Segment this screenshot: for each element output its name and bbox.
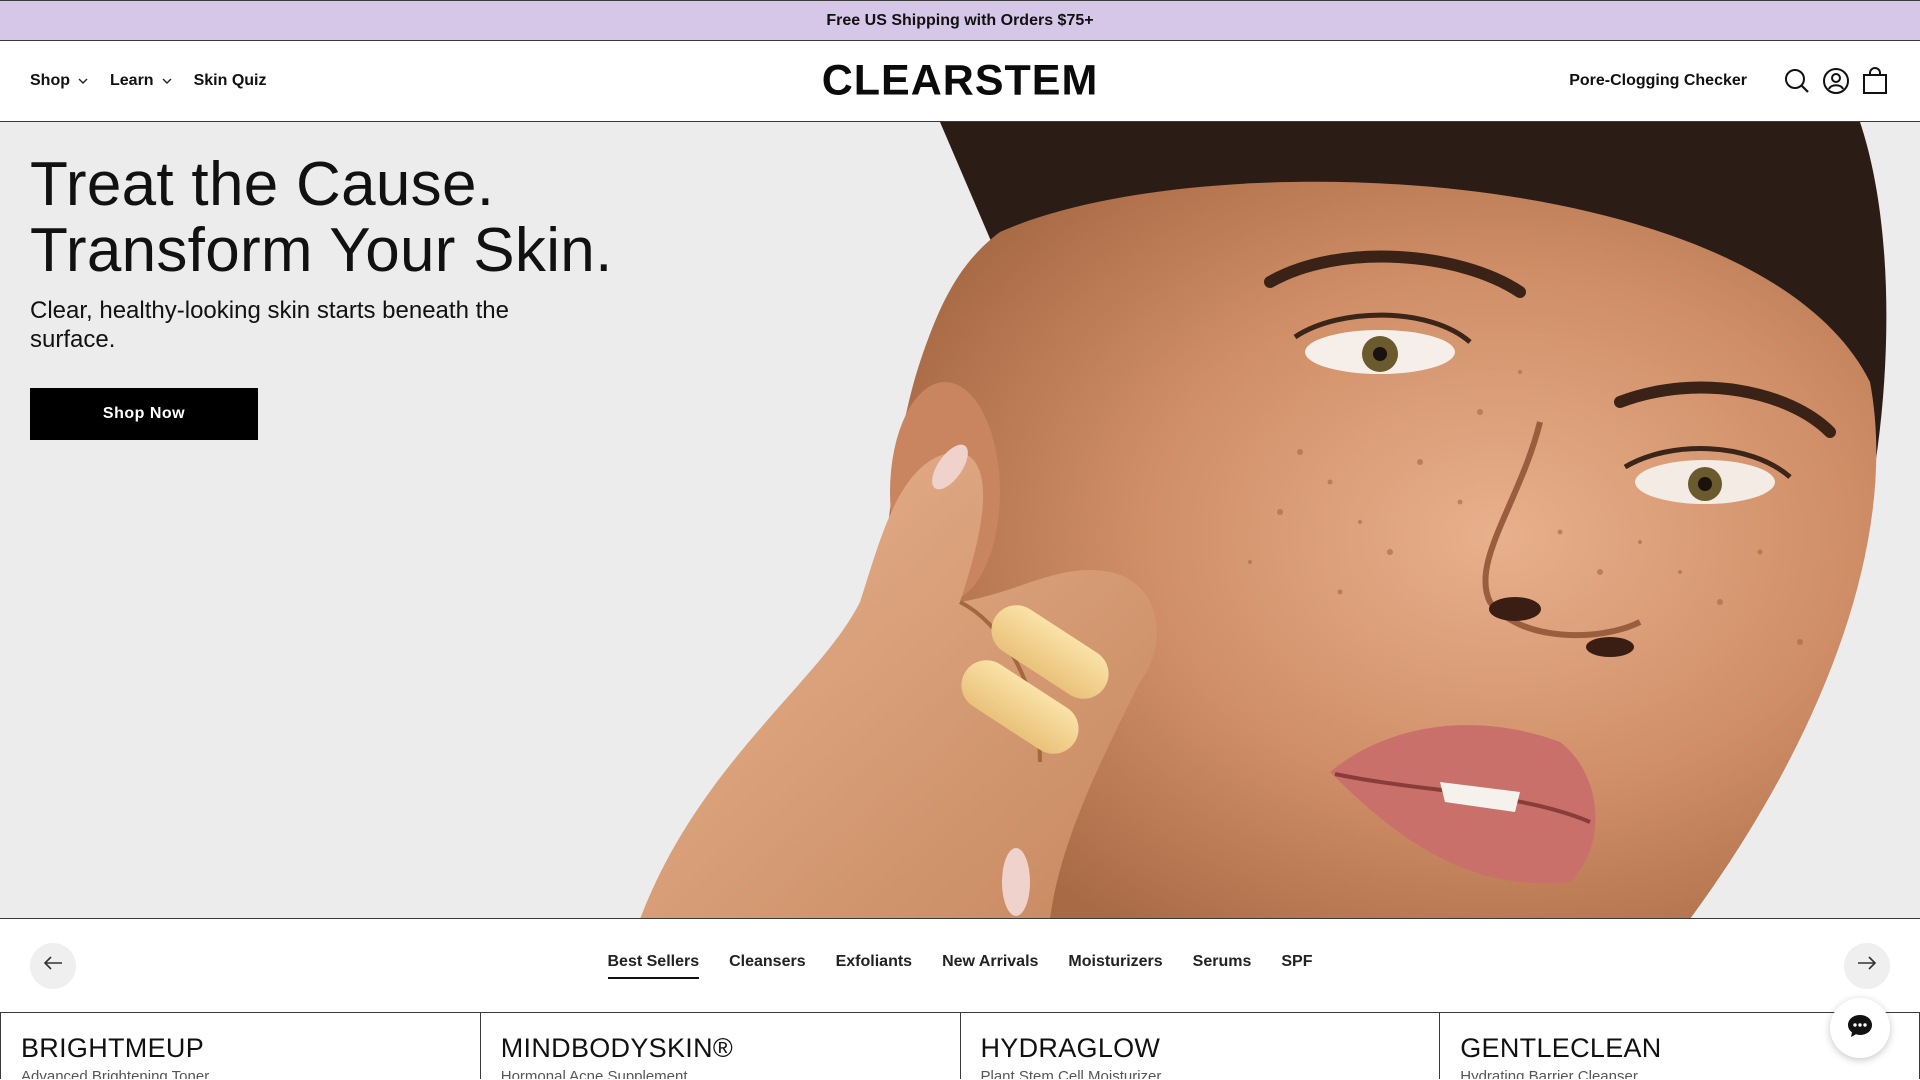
nav-learn[interactable]: Learn [110,72,172,90]
hero-title-line1: Treat the Cause. [30,150,495,219]
site-header: Shop Learn Skin Quiz CLEARSTEM Pore-Clog… [0,41,1920,122]
tab-cleansers[interactable]: Cleansers [729,953,806,979]
tab-exfoliants[interactable]: Exfoliants [836,953,912,979]
announcement-bar: Free US Shipping with Orders $75+ [0,0,1920,41]
chat-icon [1846,1012,1874,1045]
hero-copy: Treat the Cause. Transform Your Skin. Cl… [30,152,670,440]
tab-spf[interactable]: SPF [1281,953,1312,979]
product-name: MINDBODYSKIN® [500,1033,734,1063]
product-description: Hydrating Barrier Cleanser [1460,1068,1638,1079]
chevron-down-icon [162,76,172,86]
product-name: BRIGHTMEUP [21,1033,205,1063]
product-description: Advanced Brightening Toner [21,1068,210,1079]
arrow-right-icon [1857,955,1877,976]
product-description: Hormonal Acne Supplement [500,1068,688,1079]
chat-button[interactable] [1830,998,1890,1058]
brand-logo[interactable]: CLEARSTEM [822,57,1099,106]
tab-moisturizers[interactable]: Moisturizers [1068,953,1162,979]
pore-clogging-checker-link[interactable]: Pore-Clogging Checker [1569,72,1747,90]
product-grid: BRIGHTMEUP Advanced Brightening Toner MI… [0,1013,1920,1079]
product-description: Plant Stem Cell Moisturizer [980,1068,1162,1079]
hero-subtitle: Clear, healthy-looking skin starts benea… [30,297,509,353]
chevron-down-icon [78,76,88,86]
nav-skin-quiz[interactable]: Skin Quiz [194,72,267,90]
nav-learn-label: Learn [110,72,154,89]
product-card[interactable]: BRIGHTMEUP Advanced Brightening Toner [0,1013,481,1079]
shop-now-button[interactable]: Shop Now [30,388,258,440]
collection-tabs: Best Sellers Cleansers Exfoliants New Ar… [607,953,1313,979]
hero-banner: Treat the Cause. Transform Your Skin. Cl… [0,122,1920,919]
carousel-next-button[interactable] [1844,942,1890,989]
hero-title-line2: Transform Your Skin. [30,216,613,285]
account-icon[interactable] [1821,66,1851,96]
carousel-prev-button[interactable] [30,942,76,989]
utility-nav: Pore-Clogging Checker [1569,66,1890,96]
product-card[interactable]: MINDBODYSKIN® Hormonal Acne Supplement [481,1013,961,1079]
tab-best-sellers[interactable]: Best Sellers [607,953,700,979]
product-name: HYDRAGLOW [980,1033,1161,1063]
hero-title: Treat the Cause. Transform Your Skin. [30,152,670,284]
nav-shop-label: Shop [30,72,70,89]
announcement-text: Free US Shipping with Orders $75+ [826,11,1094,29]
tab-new-arrivals[interactable]: New Arrivals [942,953,1038,979]
product-card[interactable]: HYDRAGLOW Plant Stem Cell Moisturizer [961,1013,1441,1079]
collection-tabs-bar: Best Sellers Cleansers Exfoliants New Ar… [0,919,1920,1013]
nav-shop[interactable]: Shop [30,72,88,90]
search-icon[interactable] [1782,66,1812,96]
arrow-left-icon [43,955,63,976]
nav-skin-quiz-label: Skin Quiz [193,72,267,89]
cart-icon[interactable] [1860,66,1890,96]
tab-serums[interactable]: Serums [1193,953,1252,979]
primary-nav: Shop Learn Skin Quiz [30,72,288,90]
